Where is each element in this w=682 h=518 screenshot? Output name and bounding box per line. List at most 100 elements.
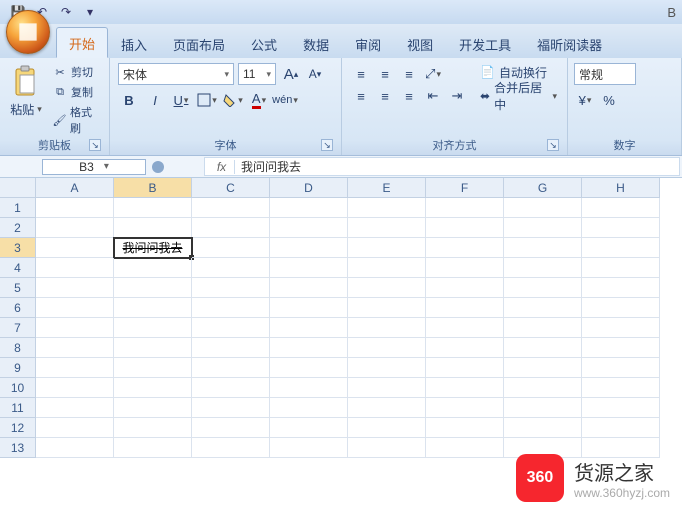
indent-decrease-icon[interactable]: ⇤ [422,85,444,107]
cell[interactable] [504,398,582,418]
cell[interactable] [426,218,504,238]
fx-icon[interactable]: fx [209,160,235,174]
cell[interactable] [504,318,582,338]
cell[interactable] [192,258,270,278]
paste-button[interactable]: 粘贴▾ [10,101,42,118]
column-header[interactable]: E [348,178,426,198]
cell[interactable] [192,238,270,258]
cell[interactable] [36,418,114,438]
cell[interactable] [192,218,270,238]
cell[interactable] [348,238,426,258]
row-header[interactable]: 1 [0,198,36,218]
cell[interactable] [504,198,582,218]
align-bottom-icon[interactable]: ≡ [398,63,420,85]
cell[interactable] [36,358,114,378]
cell[interactable] [270,278,348,298]
cell[interactable] [426,198,504,218]
cell[interactable] [348,398,426,418]
cell[interactable] [348,438,426,458]
percent-icon[interactable]: % [598,89,620,111]
align-right-icon[interactable]: ≡ [398,85,420,107]
cell[interactable] [270,438,348,458]
align-top-icon[interactable]: ≡ [350,63,372,85]
cell[interactable] [114,258,192,278]
row-header[interactable]: 7 [0,318,36,338]
cell[interactable] [504,358,582,378]
cell[interactable] [270,258,348,278]
cell[interactable] [348,258,426,278]
row-header[interactable]: 5 [0,278,36,298]
cell[interactable] [426,238,504,258]
office-button[interactable] [6,10,50,54]
cell[interactable] [426,318,504,338]
cell[interactable] [114,438,192,458]
cell[interactable] [36,398,114,418]
bold-button[interactable]: B [118,89,140,111]
cell[interactable] [348,218,426,238]
merge-center-button[interactable]: ⬌合并后居中▾ [476,85,561,107]
cell[interactable] [192,418,270,438]
cell[interactable] [192,278,270,298]
row-header[interactable]: 8 [0,338,36,358]
column-header[interactable]: H [582,178,660,198]
cell[interactable] [504,258,582,278]
column-header[interactable]: F [426,178,504,198]
row-header[interactable]: 10 [0,378,36,398]
cell[interactable] [114,278,192,298]
cell[interactable] [192,198,270,218]
clipboard-launcher[interactable]: ↘ [89,139,101,151]
cell[interactable] [36,338,114,358]
cell[interactable] [426,358,504,378]
cell[interactable] [192,438,270,458]
cell[interactable]: 我问问我去 [114,238,192,258]
cell[interactable] [114,398,192,418]
cell[interactable] [426,378,504,398]
tab-developer[interactable]: 开发工具 [446,28,524,58]
cell[interactable] [504,338,582,358]
cell[interactable] [114,418,192,438]
cell[interactable] [504,238,582,258]
cell[interactable] [36,258,114,278]
cell[interactable] [114,378,192,398]
cell[interactable] [426,298,504,318]
cell[interactable] [582,238,660,258]
qat-dropdown-icon[interactable]: ▾ [80,2,100,22]
cell[interactable] [582,418,660,438]
row-header[interactable]: 3 [0,238,36,258]
cell[interactable] [36,378,114,398]
cell[interactable] [582,358,660,378]
cell[interactable] [114,298,192,318]
grow-font-icon[interactable]: A▴ [280,63,302,85]
cell[interactable] [270,198,348,218]
underline-button[interactable]: U▾ [170,89,192,111]
format-painter-button[interactable]: 🖌格式刷 [50,103,103,137]
cell[interactable] [192,318,270,338]
select-all-corner[interactable] [0,178,36,198]
cell[interactable] [114,198,192,218]
number-format-combo[interactable]: 常规 [574,63,636,85]
tab-review[interactable]: 审阅 [342,28,394,58]
column-header[interactable]: G [504,178,582,198]
cell[interactable] [192,298,270,318]
phonetic-button[interactable]: wén▾ [274,89,296,111]
column-header[interactable]: B [114,178,192,198]
tab-page-layout[interactable]: 页面布局 [160,28,238,58]
row-header[interactable]: 2 [0,218,36,238]
cell[interactable] [270,378,348,398]
cell[interactable] [582,198,660,218]
row-header[interactable]: 13 [0,438,36,458]
cell[interactable] [348,418,426,438]
cell[interactable] [582,298,660,318]
align-left-icon[interactable]: ≡ [350,85,372,107]
cell[interactable] [270,238,348,258]
cell[interactable] [114,218,192,238]
cell[interactable] [426,258,504,278]
paste-icon[interactable] [10,63,42,99]
fill-color-button[interactable]: ▾ [222,89,244,111]
cell[interactable] [192,378,270,398]
row-header[interactable]: 4 [0,258,36,278]
cell[interactable] [348,318,426,338]
cell[interactable] [270,418,348,438]
column-header[interactable]: A [36,178,114,198]
currency-icon[interactable]: ¥▾ [574,89,596,111]
